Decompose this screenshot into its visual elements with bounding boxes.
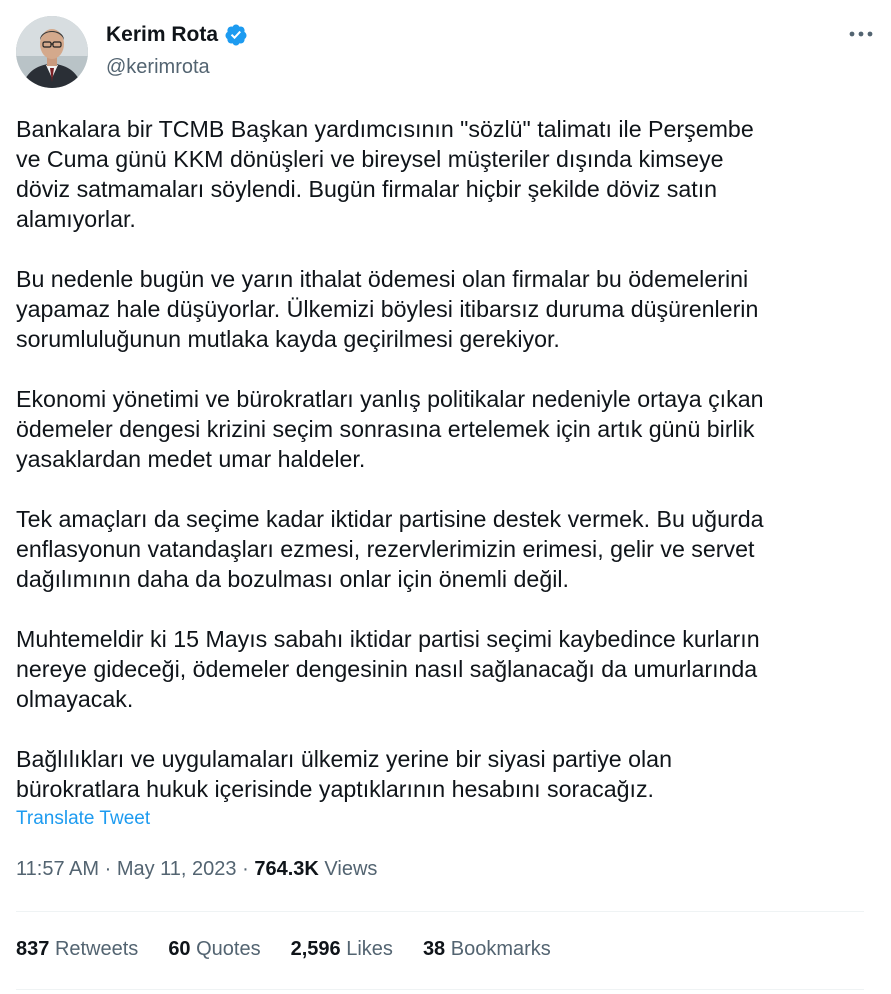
quotes-label: Quotes: [196, 938, 261, 960]
avatar[interactable]: [16, 16, 88, 88]
likes-count: 2,596: [290, 938, 341, 960]
tweet-paragraph: Ekonomi yönetimi ve bürokratları yanlış …: [16, 386, 764, 472]
retweets-stat[interactable]: 837 Retweets: [16, 938, 138, 961]
more-options-icon[interactable]: [847, 24, 875, 44]
tweet-paragraph: Muhtemeldir ki 15 Mayıs sabahı iktidar p…: [16, 626, 760, 712]
quotes-stat[interactable]: 60 Quotes: [168, 938, 260, 961]
likes-stat[interactable]: 2,596 Likes: [291, 938, 393, 961]
bookmarks-count: 38: [422, 938, 446, 960]
views-count: 764.3K: [254, 858, 319, 880]
divider: [16, 911, 864, 912]
tweet-paragraph: Bankalara bir TCMB Başkan yardımcısının …: [16, 116, 754, 232]
tweet-paragraph: Bu nedenle bugün ve yarın ithalat ödemes…: [16, 266, 759, 352]
likes-label: Likes: [346, 938, 393, 960]
tweet-date[interactable]: May 11, 2023: [117, 858, 237, 880]
retweets-count: 837: [16, 938, 50, 960]
tweet-paragraph: Bağlılıkları ve uygulamaları ülkemiz yer…: [16, 746, 672, 802]
retweets-label: Retweets: [54, 938, 139, 960]
translate-tweet-link[interactable]: Translate Tweet: [16, 808, 150, 830]
tweet-paragraph: Tek amaçları da seçime kadar iktidar par…: [16, 506, 764, 592]
views-label: Views: [324, 858, 378, 880]
bookmarks-stat[interactable]: 38 Bookmarks: [423, 938, 551, 961]
tweet-header: Kerim Rota @kerimrota: [16, 16, 875, 90]
author-handle[interactable]: @kerimrota: [106, 56, 248, 79]
display-name-row: Kerim Rota: [106, 20, 248, 50]
meta-separator: ·: [104, 858, 112, 880]
author-names: Kerim Rota @kerimrota: [106, 20, 248, 79]
quotes-count: 60: [168, 938, 191, 960]
divider: [16, 989, 864, 990]
bookmarks-label: Bookmarks: [450, 938, 551, 960]
tweet-time[interactable]: 11:57 AM: [16, 858, 99, 880]
tweet-detail: Kerim Rota @kerimrota Bankalara bir TCMB…: [0, 0, 891, 994]
meta-separator: ·: [242, 858, 249, 880]
display-name[interactable]: Kerim Rota: [106, 23, 218, 47]
tweet-stats: 837 Retweets 60 Quotes 2,596 Likes 38 Bo…: [16, 938, 581, 961]
tweet-meta: 11:57 AM · May 11, 2023 · 764.3K Views: [16, 858, 377, 881]
verified-badge-icon: [224, 23, 248, 47]
tweet-text: Bankalara bir TCMB Başkan yardımcısının …: [16, 114, 876, 804]
